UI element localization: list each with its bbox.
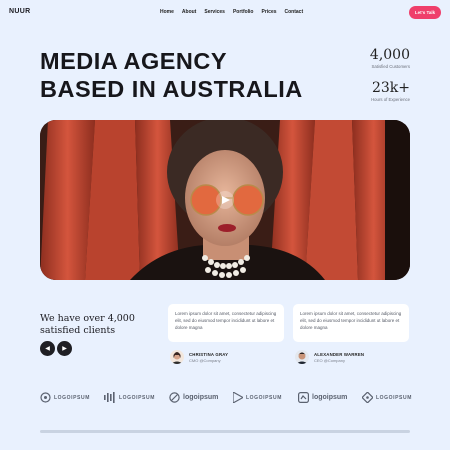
main-menu: Home About Services Portfolio Prices Con… bbox=[160, 9, 303, 15]
testimonial-text: Lorem ipsum dolor sit amet, consectetur … bbox=[300, 311, 402, 330]
top-nav: NUUR Home About Services Portfolio Price… bbox=[0, 0, 450, 24]
next-button[interactable]: ▶ bbox=[57, 341, 72, 356]
nav-item-services[interactable]: Services bbox=[204, 9, 225, 15]
logo-mark-icon bbox=[362, 392, 373, 403]
prev-button[interactable]: ◀ bbox=[40, 341, 55, 356]
testimonials-heading: We have over 4,000 satisfied clients bbox=[40, 313, 135, 336]
testimonial-text: Lorem ipsum dolor sit amet, consectetur … bbox=[175, 311, 277, 330]
author-name: ALEXANDER WARREN bbox=[314, 351, 365, 357]
client-logo: LOGOIPSUM bbox=[104, 392, 155, 403]
stat-label: Satisfied Customers bbox=[371, 64, 410, 69]
nav-item-about[interactable]: About bbox=[182, 9, 196, 15]
brand-logo[interactable]: NUUR bbox=[9, 8, 30, 15]
client-logo: LOGOIPSUM bbox=[362, 392, 412, 403]
author-role: CEO @Company bbox=[314, 357, 345, 363]
hero-title-line-1: MEDIA AGENCY bbox=[40, 48, 228, 74]
hero-title: MEDIA AGENCY BASED IN AUSTRALIA bbox=[40, 47, 303, 103]
lets-talk-button[interactable]: Let's Talk bbox=[409, 6, 441, 19]
logo-mark-icon bbox=[169, 392, 180, 403]
logo-text: LOGOIPSUM bbox=[54, 394, 90, 401]
hero-illustration bbox=[40, 120, 410, 280]
logo-mark-icon bbox=[104, 392, 115, 403]
nav-item-home[interactable]: Home bbox=[160, 9, 174, 15]
testimonial-card: Lorem ipsum dolor sit amet, consectetur … bbox=[293, 304, 409, 342]
testimonial-author: ALEXANDER WARREN CEO @Company bbox=[295, 350, 364, 364]
stat-value: 4,000 bbox=[369, 47, 410, 63]
client-logo: LOGOIPSUM bbox=[40, 392, 90, 403]
testimonial-card: Lorem ipsum dolor sit amet, consectetur … bbox=[168, 304, 284, 342]
stat-value: 23k+ bbox=[371, 80, 410, 96]
avatar bbox=[170, 350, 184, 364]
logo-mark-icon bbox=[298, 392, 309, 403]
logo-text: LOGOIPSUM bbox=[246, 394, 282, 401]
stat-label: Hours of Experience bbox=[371, 97, 410, 102]
author-role: CMO @Company bbox=[189, 357, 221, 363]
hero-image bbox=[40, 120, 410, 280]
logo-text: logoipsum bbox=[183, 394, 219, 401]
author-name: CHRISTINA GRAY bbox=[189, 351, 229, 357]
nav-item-prices[interactable]: Prices bbox=[262, 9, 277, 15]
hero-title-line-2: BASED IN AUSTRALIA bbox=[40, 76, 303, 102]
stat-customers: 4,000 Satisfied Customers bbox=[370, 47, 410, 69]
client-logo: logoipsum bbox=[169, 392, 218, 403]
right-arrow-icon: ▶ bbox=[62, 346, 67, 352]
left-arrow-icon: ◀ bbox=[45, 346, 50, 352]
logo-text: logoipsum bbox=[312, 394, 348, 401]
avatar bbox=[295, 350, 309, 364]
logo-text: LOGOIPSUM bbox=[119, 394, 155, 401]
client-logo: LOGOIPSUM bbox=[233, 392, 282, 403]
stat-hours: 23k+ Hours of Experience bbox=[371, 80, 410, 102]
client-logos: LOGOIPSUM LOGOIPSUM logoipsum LOGOIPSUM … bbox=[40, 392, 412, 406]
testimonial-author: CHRISTINA GRAY CMO @Company bbox=[170, 350, 228, 364]
logo-mark-icon bbox=[40, 392, 51, 403]
client-logo: logoipsum bbox=[298, 392, 347, 403]
section-divider bbox=[40, 430, 410, 433]
logo-text: LOGOIPSUM bbox=[376, 394, 412, 401]
nav-item-contact[interactable]: Contact bbox=[285, 9, 304, 15]
play-icon[interactable] bbox=[216, 191, 234, 209]
logo-mark-icon bbox=[233, 392, 243, 403]
nav-item-portfolio[interactable]: Portfolio bbox=[233, 9, 254, 15]
